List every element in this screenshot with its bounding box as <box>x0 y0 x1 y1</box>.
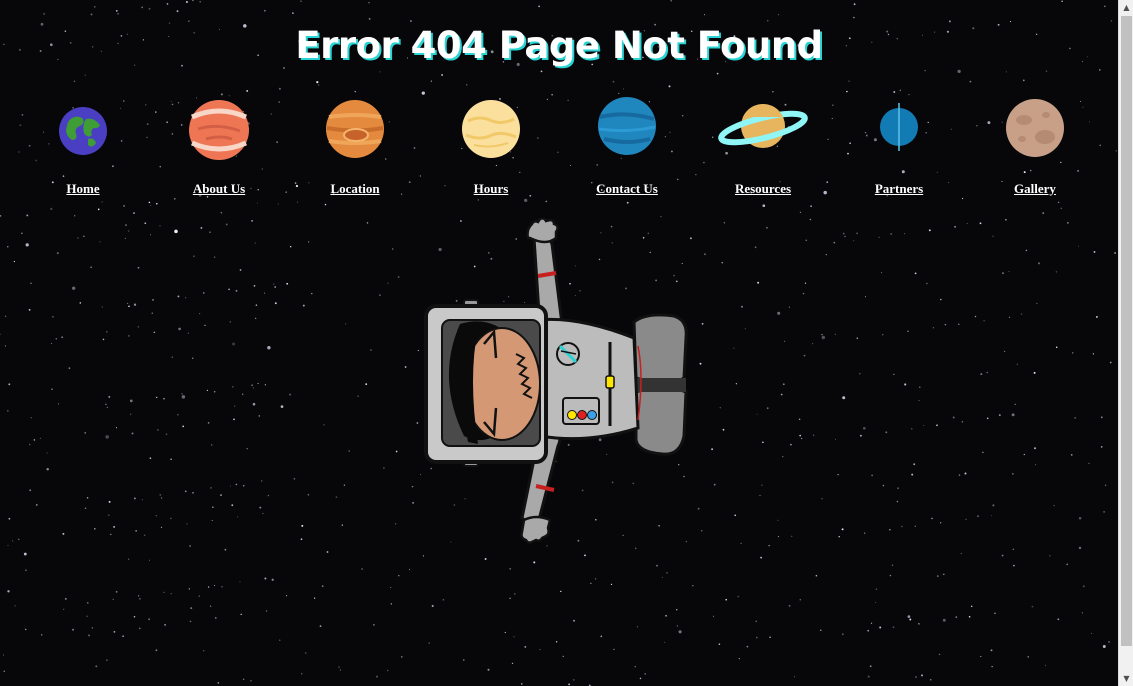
scroll-down-arrow-icon[interactable]: ▼ <box>1119 671 1133 686</box>
nav-item-about-us[interactable]: About Us <box>151 95 287 197</box>
vertical-scrollbar[interactable]: ▲ ▼ <box>1118 0 1133 686</box>
nav-item-gallery[interactable]: Gallery <box>967 95 1103 197</box>
jupiter-icon[interactable] <box>320 95 390 165</box>
nav-label-location[interactable]: Location <box>287 181 423 197</box>
planet-nav: Home About Us Location Hours Contact Us … <box>0 95 1118 205</box>
nav-label-home[interactable]: Home <box>15 181 151 197</box>
nav-item-resources[interactable]: Resources <box>695 95 831 197</box>
venus-icon[interactable] <box>456 95 526 165</box>
nav-item-partners[interactable]: Partners <box>831 95 967 197</box>
earth-icon[interactable] <box>48 95 118 165</box>
astronaut-illustration <box>424 218 688 544</box>
nav-label-about-us[interactable]: About Us <box>151 181 287 197</box>
neptune-icon[interactable] <box>592 95 662 165</box>
nav-label-resources[interactable]: Resources <box>695 181 831 197</box>
scroll-up-arrow-icon[interactable]: ▲ <box>1119 0 1133 15</box>
saturn-icon[interactable] <box>713 95 813 165</box>
mars-icon[interactable] <box>184 95 254 165</box>
nav-item-hours[interactable]: Hours <box>423 95 559 197</box>
nav-item-home[interactable]: Home <box>15 95 151 197</box>
nav-label-gallery[interactable]: Gallery <box>967 181 1103 197</box>
nav-label-contact-us[interactable]: Contact Us <box>559 181 695 197</box>
nav-item-contact-us[interactable]: Contact Us <box>559 95 695 197</box>
nav-item-location[interactable]: Location <box>287 95 423 197</box>
uranus-icon[interactable] <box>864 95 934 165</box>
nav-label-partners[interactable]: Partners <box>831 181 967 197</box>
page-title: Error 404 Page Not Found <box>295 24 823 67</box>
pluto-icon[interactable] <box>1000 95 1070 165</box>
scrollbar-thumb[interactable] <box>1121 16 1132 646</box>
nav-label-hours[interactable]: Hours <box>423 181 559 197</box>
